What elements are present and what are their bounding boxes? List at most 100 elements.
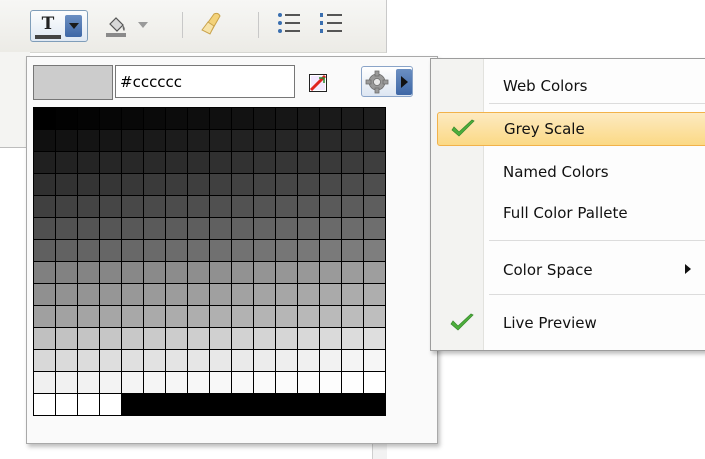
color-swatch-cell[interactable]	[232, 130, 254, 152]
color-swatch-cell[interactable]	[188, 262, 210, 284]
color-swatch-cell[interactable]	[254, 152, 276, 174]
color-swatch-cell[interactable]	[254, 394, 276, 416]
color-swatch-cell[interactable]	[122, 350, 144, 372]
color-swatch-cell[interactable]	[34, 174, 56, 196]
color-swatch-cell[interactable]	[144, 350, 166, 372]
color-swatch-cell[interactable]	[298, 174, 320, 196]
color-swatch-cell[interactable]	[210, 218, 232, 240]
color-swatch-cell[interactable]	[78, 240, 100, 262]
color-swatch-cell[interactable]	[166, 350, 188, 372]
color-swatch-cell[interactable]	[56, 218, 78, 240]
color-swatch-cell[interactable]	[144, 218, 166, 240]
color-swatch-cell[interactable]	[56, 394, 78, 416]
color-swatch-cell[interactable]	[78, 284, 100, 306]
color-swatch-cell[interactable]	[122, 262, 144, 284]
color-swatch-cell[interactable]	[34, 394, 56, 416]
color-swatch-cell[interactable]	[276, 152, 298, 174]
color-swatch-cell[interactable]	[144, 196, 166, 218]
color-swatch-cell[interactable]	[210, 350, 232, 372]
color-swatch-cell[interactable]	[320, 306, 342, 328]
color-swatch-cell[interactable]	[364, 108, 386, 130]
color-swatch-cell[interactable]	[254, 328, 276, 350]
color-swatch-cell[interactable]	[232, 196, 254, 218]
color-swatch-cell[interactable]	[364, 174, 386, 196]
color-swatch-cell[interactable]	[100, 152, 122, 174]
color-swatch-cell[interactable]	[78, 108, 100, 130]
color-swatch-cell[interactable]	[144, 174, 166, 196]
color-swatch-cell[interactable]	[144, 108, 166, 130]
color-swatch-cell[interactable]	[122, 218, 144, 240]
color-swatch-cell[interactable]	[34, 262, 56, 284]
color-swatch-cell[interactable]	[254, 174, 276, 196]
color-swatch-cell[interactable]	[364, 218, 386, 240]
color-swatch-cell[interactable]	[298, 240, 320, 262]
color-swatch-cell[interactable]	[364, 130, 386, 152]
color-swatch-cell[interactable]	[276, 328, 298, 350]
color-swatch-cell[interactable]	[342, 196, 364, 218]
color-swatch-cell[interactable]	[320, 394, 342, 416]
color-swatch-cell[interactable]	[78, 372, 100, 394]
color-swatch-cell[interactable]	[210, 284, 232, 306]
color-swatch-cell[interactable]	[34, 108, 56, 130]
color-swatch-cell[interactable]	[364, 284, 386, 306]
color-swatch-cell[interactable]	[342, 240, 364, 262]
palette-options-button[interactable]	[361, 66, 413, 97]
color-swatch-cell[interactable]	[122, 130, 144, 152]
color-swatch-cell[interactable]	[276, 306, 298, 328]
color-swatch-cell[interactable]	[298, 306, 320, 328]
color-swatch-cell[interactable]	[210, 108, 232, 130]
color-swatch-cell[interactable]	[100, 130, 122, 152]
menu-item-web-colors[interactable]: Web Colors	[437, 69, 705, 103]
color-swatch-cell[interactable]	[298, 130, 320, 152]
color-swatch-cell[interactable]	[364, 152, 386, 174]
color-swatch-cell[interactable]	[78, 174, 100, 196]
color-swatch-cell[interactable]	[320, 284, 342, 306]
color-swatch-cell[interactable]	[320, 152, 342, 174]
color-swatch-cell[interactable]	[210, 394, 232, 416]
menu-item-grey-scale[interactable]: Grey Scale	[437, 112, 705, 146]
color-swatch-cell[interactable]	[56, 328, 78, 350]
color-swatch-cell[interactable]	[298, 328, 320, 350]
color-swatch-cell[interactable]	[254, 130, 276, 152]
color-swatch-cell[interactable]	[364, 350, 386, 372]
color-swatch-cell[interactable]	[144, 130, 166, 152]
color-swatch-cell[interactable]	[364, 372, 386, 394]
color-swatch-cell[interactable]	[122, 284, 144, 306]
color-swatch-cell[interactable]	[276, 174, 298, 196]
color-swatch-cell[interactable]	[122, 328, 144, 350]
color-swatch-cell[interactable]	[232, 394, 254, 416]
color-swatch-cell[interactable]	[34, 284, 56, 306]
color-swatch-cell[interactable]	[276, 262, 298, 284]
color-swatch-cell[interactable]	[232, 306, 254, 328]
color-swatch-cell[interactable]	[166, 394, 188, 416]
color-swatch-cell[interactable]	[166, 218, 188, 240]
color-swatch-cell[interactable]	[56, 196, 78, 218]
color-swatch-cell[interactable]	[78, 262, 100, 284]
color-swatch-cell[interactable]	[276, 240, 298, 262]
color-swatch-cell[interactable]	[320, 328, 342, 350]
color-swatch-cell[interactable]	[56, 174, 78, 196]
color-swatch-cell[interactable]	[210, 372, 232, 394]
color-swatch-cell[interactable]	[298, 394, 320, 416]
color-swatch-cell[interactable]	[78, 306, 100, 328]
color-swatch-cell[interactable]	[166, 174, 188, 196]
color-swatch-cell[interactable]	[144, 284, 166, 306]
color-swatch-cell[interactable]	[298, 284, 320, 306]
color-swatch-cell[interactable]	[100, 306, 122, 328]
color-swatch-cell[interactable]	[100, 350, 122, 372]
color-swatch-cell[interactable]	[254, 240, 276, 262]
color-swatch-cell[interactable]	[78, 130, 100, 152]
color-swatch-cell[interactable]	[232, 152, 254, 174]
color-swatch-cell[interactable]	[188, 328, 210, 350]
color-swatch-cell[interactable]	[298, 372, 320, 394]
color-swatch-cell[interactable]	[166, 328, 188, 350]
color-swatch-cell[interactable]	[320, 218, 342, 240]
color-swatch-cell[interactable]	[342, 218, 364, 240]
color-swatch-cell[interactable]	[188, 174, 210, 196]
color-swatch-cell[interactable]	[166, 152, 188, 174]
color-swatch-cell[interactable]	[232, 284, 254, 306]
color-swatch-cell[interactable]	[276, 394, 298, 416]
color-swatch-cell[interactable]	[276, 130, 298, 152]
color-swatch-cell[interactable]	[56, 262, 78, 284]
color-swatch-cell[interactable]	[364, 196, 386, 218]
